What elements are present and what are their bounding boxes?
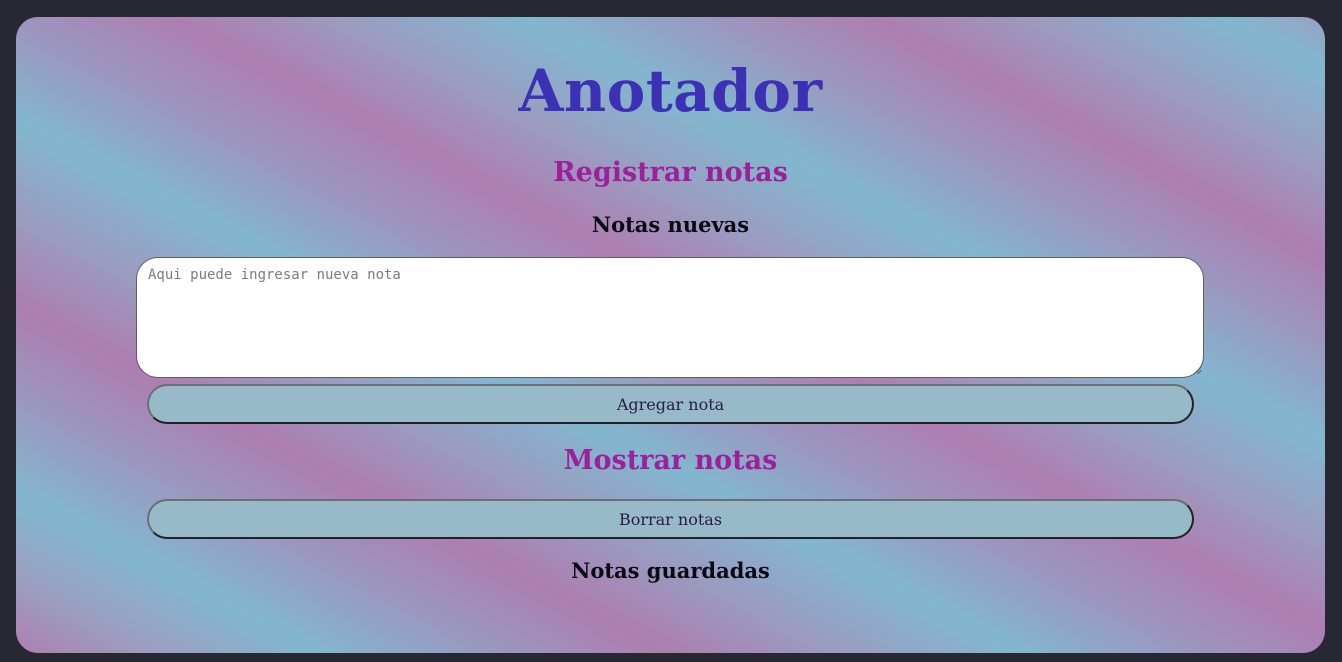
register-notes-heading: Registrar notas bbox=[553, 157, 788, 188]
new-notes-heading: Notas nuevas bbox=[591, 212, 750, 237]
saved-notes-heading: Notas guardadas bbox=[571, 558, 770, 583]
add-note-button[interactable]: Agregar nota bbox=[147, 384, 1194, 424]
app-container: Anotador Registrar notas Notas nuevas Ag… bbox=[16, 17, 1325, 653]
app-title: Anotador bbox=[518, 57, 823, 125]
clear-notes-button[interactable]: Borrar notas bbox=[147, 499, 1194, 539]
saved-notes-list bbox=[136, 597, 1204, 637]
new-note-input[interactable] bbox=[136, 257, 1204, 378]
show-notes-heading: Mostrar notas bbox=[563, 445, 778, 476]
